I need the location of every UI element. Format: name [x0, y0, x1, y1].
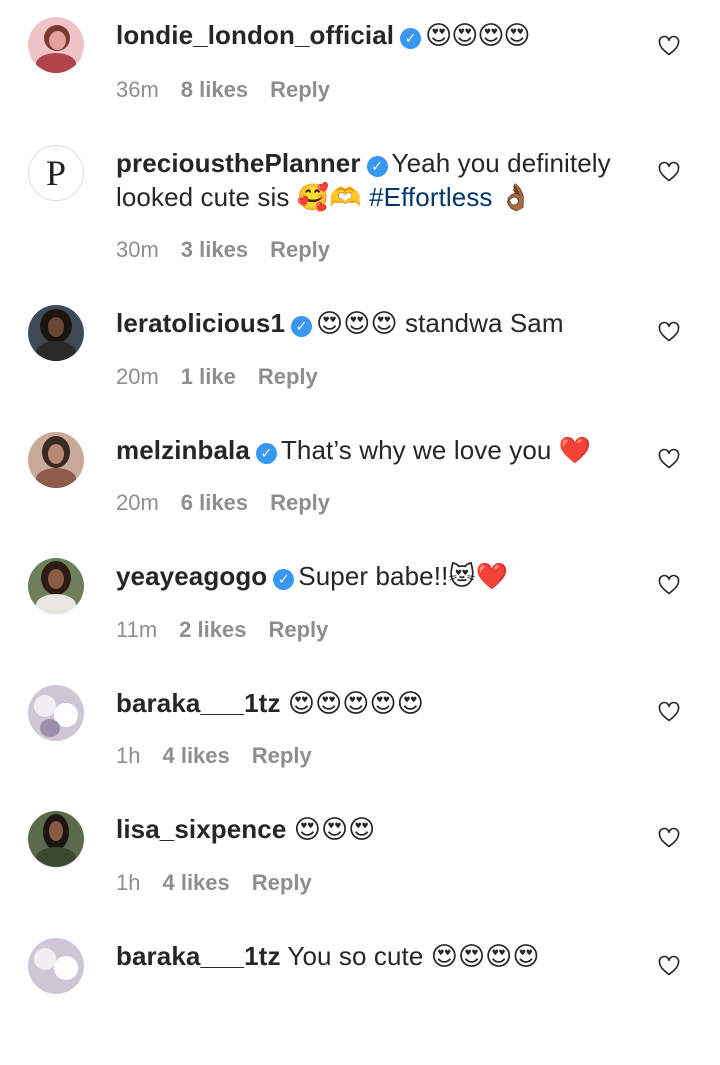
likes-count[interactable]: 4 likes	[162, 870, 229, 895]
username[interactable]: londie_london_official	[116, 20, 394, 50]
comment-body: 😍😍😍 standwa Sam	[316, 308, 564, 338]
comment-text: lisa_sixpence 😍😍😍	[116, 812, 624, 846]
comment-meta: 11m 2 likes Reply	[116, 616, 350, 644]
username[interactable]: yeayeagogo	[116, 561, 267, 591]
comment-meta: 20m 1 like Reply	[116, 363, 340, 391]
reply-button[interactable]: Reply	[270, 237, 330, 262]
verified-badge-icon: ✓	[291, 316, 313, 337]
comment-body: 😍😍😍	[293, 814, 376, 844]
comment-body: 😍😍😍😍😍	[287, 688, 424, 718]
comment-text: baraka___1tz You so cute 😍😍😍😍	[116, 939, 624, 973]
comment-item: baraka___1tz 😍😍😍😍😍 1h 4 likes Reply	[0, 685, 720, 812]
comment-body: 😍😍😍😍	[425, 20, 530, 50]
comment-meta: 1h 4 likes Reply	[116, 869, 334, 897]
verified-badge-icon: ✓	[273, 569, 295, 590]
comment-text: preciousthePlanner ✓ Yeah you definitely l…	[116, 146, 624, 214]
heart-outline-icon[interactable]	[657, 826, 681, 850]
likes-count[interactable]: 8 likes	[181, 77, 248, 102]
avatar[interactable]	[28, 685, 84, 741]
comment-text: londie_london_official ✓ 😍😍😍😍	[116, 18, 624, 52]
timestamp: 20m	[116, 490, 159, 515]
hashtag-link[interactable]: #Effortless	[369, 182, 492, 212]
reply-button[interactable]: Reply	[270, 490, 330, 515]
comment-item: P preciousthePlanner ✓ Yeah you definitely…	[0, 145, 720, 272]
likes-count[interactable]: 3 likes	[181, 237, 248, 262]
comment-text: yeayeagogo ✓ Super babe!!😻❤️	[116, 559, 624, 593]
comment-meta: 36m 8 likes Reply	[116, 76, 352, 104]
comment-item: melzinbala ✓ That’s why we love you ❤️ 20m…	[0, 432, 720, 559]
verified-badge-icon: ✓	[366, 156, 388, 177]
comment-meta: 30m 3 likes Reply	[116, 236, 352, 264]
comment-emoji: 👌🏾	[492, 182, 533, 212]
verified-badge-icon: ✓	[400, 28, 422, 49]
username[interactable]: baraka___1tz	[116, 688, 281, 718]
reply-button[interactable]: Reply	[268, 617, 328, 642]
heart-outline-icon[interactable]	[657, 34, 681, 58]
comment-text: baraka___1tz 😍😍😍😍😍	[116, 686, 624, 720]
comment-text: melzinbala ✓ That’s why we love you ❤️	[116, 433, 624, 467]
reply-button[interactable]: Reply	[252, 743, 312, 768]
likes-count[interactable]: 1 like	[181, 364, 236, 389]
avatar[interactable]	[28, 558, 84, 614]
heart-outline-icon[interactable]	[657, 160, 681, 184]
heart-outline-icon[interactable]	[657, 447, 681, 471]
username[interactable]: baraka___1tz	[116, 941, 281, 971]
comment-body: You so cute 😍😍😍😍	[287, 941, 540, 971]
reply-button[interactable]: Reply	[258, 364, 318, 389]
timestamp: 36m	[116, 77, 159, 102]
avatar[interactable]: P	[28, 145, 84, 201]
timestamp: 11m	[116, 617, 158, 642]
comment-meta: 1h 4 likes Reply	[116, 742, 334, 770]
comment-body: Super babe!!😻❤️	[298, 561, 509, 591]
timestamp: 30m	[116, 237, 159, 262]
comment-body: That’s why we love you ❤️	[280, 435, 592, 465]
reply-button[interactable]: Reply	[270, 77, 330, 102]
comment-meta: 20m 6 likes Reply	[116, 489, 352, 517]
likes-count[interactable]: 4 likes	[162, 743, 229, 768]
comment-item: baraka___1tz You so cute 😍😍😍😍	[0, 938, 720, 1065]
comment-item: lisa_sixpence 😍😍😍 1h 4 likes Reply	[0, 811, 720, 938]
avatar[interactable]	[28, 305, 84, 361]
avatar[interactable]	[28, 811, 84, 867]
timestamp: 1h	[116, 743, 141, 768]
avatar[interactable]	[28, 17, 84, 73]
username[interactable]: leratolicious1	[116, 308, 285, 338]
avatar[interactable]	[28, 432, 84, 488]
avatar[interactable]	[28, 938, 84, 994]
likes-count[interactable]: 2 likes	[179, 617, 246, 642]
comment-text: leratolicious1 ✓ 😍😍😍 standwa Sam	[116, 306, 624, 340]
comment-item: londie_london_official ✓ 😍😍😍😍 36m 8 likes Re…	[0, 17, 720, 144]
username[interactable]: lisa_sixpence	[116, 814, 286, 844]
username[interactable]: melzinbala	[116, 435, 250, 465]
username[interactable]: preciousthePlanner	[116, 148, 361, 178]
reply-button[interactable]: Reply	[252, 870, 312, 895]
comment-item: leratolicious1 ✓ 😍😍😍 standwa Sam 20m 1 like…	[0, 305, 720, 432]
timestamp: 20m	[116, 364, 159, 389]
timestamp: 1h	[116, 870, 141, 895]
heart-outline-icon[interactable]	[657, 573, 681, 597]
heart-outline-icon[interactable]	[657, 954, 681, 978]
verified-badge-icon: ✓	[255, 443, 277, 464]
likes-count[interactable]: 6 likes	[181, 490, 248, 515]
heart-outline-icon[interactable]	[657, 700, 681, 724]
heart-outline-icon[interactable]	[657, 320, 681, 344]
comment-item: yeayeagogo ✓ Super babe!!😻❤️ 11m 2 likes Rep…	[0, 558, 720, 685]
